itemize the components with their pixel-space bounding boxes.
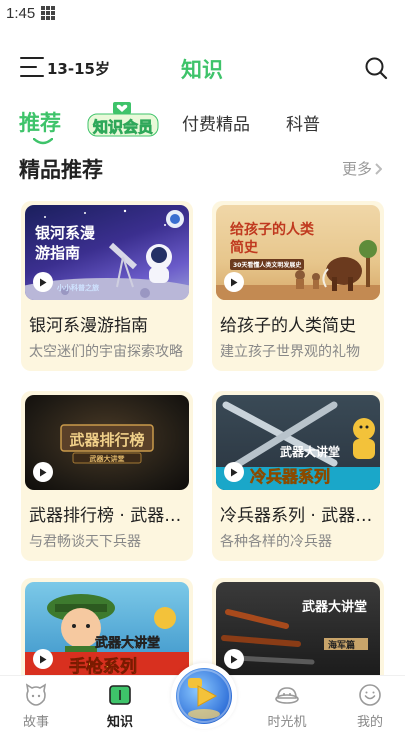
card-thumbnail: 给孩子的人类简史 30天看懂人类文明发展史 bbox=[216, 205, 380, 300]
app-grid-icon bbox=[41, 6, 56, 20]
course-card[interactable]: 银河系漫游指南 小小科普之旅 银河系漫游指南 太空迷们的宇宙探索攻略 bbox=[21, 201, 193, 371]
album-disc bbox=[176, 668, 232, 724]
story-icon bbox=[25, 683, 47, 706]
thumb-title: 给孩子的人类简史 bbox=[230, 222, 314, 256]
thumb-title: 武器大讲堂 bbox=[280, 445, 341, 459]
thumb-title: 武器大讲堂 bbox=[95, 636, 161, 652]
card-subtitle: 与君畅谈天下兵器 bbox=[29, 534, 141, 550]
profile-icon bbox=[359, 684, 381, 706]
course-card[interactable]: 武器大讲堂 冷兵器系列 冷兵器系列 · 武器大讲堂 各种各样的冷兵器 bbox=[212, 391, 384, 561]
thumb-caption: 手枪系列 bbox=[69, 657, 138, 675]
section-title: 精品推荐 bbox=[19, 158, 103, 182]
play-icon[interactable] bbox=[224, 649, 244, 669]
play-icon[interactable] bbox=[33, 649, 53, 669]
card-title: 给孩子的人类简史 bbox=[220, 316, 356, 336]
nav-label: 故事 bbox=[22, 715, 49, 730]
card-subtitle: 各种各样的冷兵器 bbox=[220, 534, 332, 550]
card-subtitle: 太空迷们的宇宙探索攻略 bbox=[29, 344, 183, 360]
thumb-caption: 30天看懂人类文明发展史 bbox=[230, 259, 305, 270]
nav-label: 时光机 bbox=[267, 715, 307, 730]
tab-science[interactable]: 科普 bbox=[286, 110, 320, 135]
thumb-caption: 海军篇 bbox=[328, 641, 356, 651]
tab-recommend[interactable]: 推荐 bbox=[19, 107, 61, 137]
active-tab-indicator bbox=[33, 138, 53, 145]
card-thumbnail: 银河系漫游指南 小小科普之旅 bbox=[25, 205, 189, 300]
now-playing-button[interactable] bbox=[171, 663, 237, 729]
search-icon[interactable] bbox=[364, 56, 388, 80]
knowledge-icon bbox=[109, 685, 131, 705]
course-card[interactable]: 武器排行榜 武器大讲堂 武器排行榜 · 武器大讲堂 与君畅谈天下兵器 bbox=[21, 391, 193, 561]
play-icon[interactable] bbox=[33, 272, 53, 292]
chevron-right-icon bbox=[375, 162, 383, 175]
age-range-selector[interactable]: 13-15岁 bbox=[47, 58, 110, 79]
thumb-title: 银河系漫游指南 bbox=[35, 224, 96, 262]
course-card[interactable]: 给孩子的人类简史 30天看懂人类文明发展史 给孩子的人类简史 建立孩子世界观的礼… bbox=[212, 201, 384, 371]
category-tabs: 推荐 知识会员 付费精品 科普 bbox=[0, 104, 405, 148]
menu-icon[interactable] bbox=[20, 56, 44, 78]
vip-heart-badge-icon bbox=[113, 102, 131, 114]
nav-item-time-machine[interactable]: 时光机 bbox=[257, 682, 317, 730]
thumb-title: 武器大讲堂 bbox=[302, 600, 368, 615]
status-time: 1:45 bbox=[6, 4, 36, 22]
course-card[interactable]: 武器大讲堂 手枪系列 bbox=[21, 578, 193, 675]
card-thumbnail: 武器大讲堂 冷兵器系列 bbox=[216, 395, 380, 490]
thumb-caption: 武器大讲堂 bbox=[89, 455, 125, 463]
vip-tab-label: 知识会员 bbox=[92, 118, 154, 137]
card-thumbnail: 武器大讲堂 手枪系列 bbox=[25, 582, 189, 675]
more-label: 更多 bbox=[342, 160, 373, 178]
more-link[interactable]: 更多 bbox=[342, 158, 383, 179]
thumb-title: 武器排行榜 bbox=[69, 431, 145, 449]
nav-item-knowledge[interactable]: 知识 bbox=[90, 682, 150, 730]
nav-label: 知识 bbox=[106, 715, 133, 730]
thumb-caption: 冷兵器系列 bbox=[250, 467, 331, 487]
course-card[interactable]: 武器大讲堂 海军篇 bbox=[212, 578, 384, 675]
section-header: 精品推荐 更多 bbox=[0, 152, 405, 184]
play-icon[interactable] bbox=[224, 462, 244, 482]
time-machine-icon bbox=[275, 687, 299, 704]
top-nav: 13-15岁 知识 bbox=[0, 48, 405, 88]
nav-label: 我的 bbox=[356, 715, 383, 730]
card-title: 冷兵器系列 · 武器大讲堂 bbox=[220, 506, 380, 526]
card-title: 武器排行榜 · 武器大讲堂 bbox=[29, 506, 189, 526]
page-title: 知识 bbox=[181, 58, 223, 82]
play-disc-icon bbox=[177, 669, 231, 723]
thumb-caption: 小小科普之旅 bbox=[57, 284, 99, 292]
play-icon[interactable] bbox=[224, 272, 244, 292]
nav-item-profile[interactable]: 我的 bbox=[340, 682, 400, 730]
card-thumbnail: 武器大讲堂 海军篇 bbox=[216, 582, 380, 675]
status-bar: 1:45 bbox=[0, 0, 405, 26]
card-thumbnail: 武器排行榜 武器大讲堂 bbox=[25, 395, 189, 490]
tab-paid-premium[interactable]: 付费精品 bbox=[182, 110, 250, 135]
play-icon[interactable] bbox=[33, 462, 53, 482]
card-subtitle: 建立孩子世界观的礼物 bbox=[220, 344, 360, 360]
nav-item-story[interactable]: 故事 bbox=[6, 682, 66, 730]
card-title: 银河系漫游指南 bbox=[29, 316, 148, 336]
